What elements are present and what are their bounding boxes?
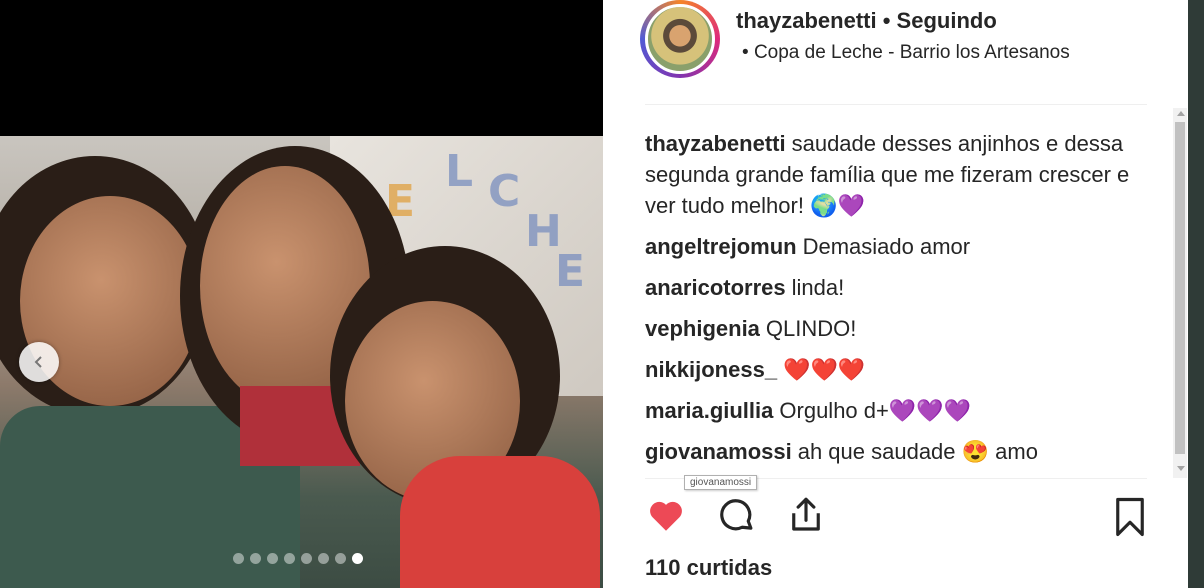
- comment-username[interactable]: nikkijoness_: [645, 357, 777, 382]
- comment-bubble-icon: [720, 499, 753, 531]
- follow-status-button[interactable]: Seguindo: [897, 8, 997, 33]
- post-photo[interactable]: E L C H E: [0, 136, 603, 588]
- separator-dot: •: [882, 8, 891, 33]
- chevron-left-icon: [34, 356, 42, 368]
- carousel-dot: [335, 553, 346, 564]
- heart-filled-icon: [650, 501, 682, 531]
- share-button[interactable]: [785, 494, 827, 541]
- location-bullet: •: [742, 42, 749, 63]
- comment-username[interactable]: thayzabenetti: [645, 131, 786, 156]
- post-media: E L C H E: [0, 0, 603, 588]
- comment-text: Demasiado amor: [802, 234, 971, 259]
- comment-item: anaricotorres linda!: [645, 272, 1165, 303]
- divider: [645, 104, 1147, 105]
- carousel-dot: [301, 553, 312, 564]
- like-button[interactable]: [645, 494, 687, 541]
- comment-text: ❤️❤️❤️: [783, 357, 866, 382]
- caption: thayzabenetti saudade desses anjinhos e d…: [645, 128, 1165, 221]
- shirt-right-girl: [400, 456, 600, 588]
- comments-list: thayzabenetti saudade desses anjinhos e d…: [645, 128, 1165, 474]
- location-line: • Copa de Leche - Barrio los Artesanos: [742, 42, 1070, 64]
- comments-scrollbar-thumb[interactable]: [1175, 122, 1185, 454]
- comment-username[interactable]: giovanamossi: [645, 439, 792, 464]
- carousel-dot: [352, 553, 363, 564]
- save-button[interactable]: [1109, 494, 1151, 545]
- wall-letter: C: [488, 166, 521, 217]
- wall-letter: L: [445, 146, 474, 197]
- comment-item: nikkijoness_ ❤️❤️❤️: [645, 354, 1165, 385]
- tooltip: giovanamossi: [684, 475, 758, 490]
- carousel-dot: [318, 553, 329, 564]
- username-link[interactable]: thayzabenetti: [736, 8, 877, 33]
- location-link[interactable]: Copa de Leche - Barrio los Artesanos: [754, 42, 1070, 63]
- wall-letter: E: [555, 246, 586, 297]
- previous-image-button[interactable]: [19, 342, 59, 382]
- comment-username[interactable]: maria.giullia: [645, 398, 773, 423]
- comment-item: maria.giullia Orgulho d+💜💜💜: [645, 395, 1165, 426]
- comment-text: linda!: [791, 275, 845, 300]
- carousel-indicator: [233, 553, 363, 564]
- comment-button[interactable]: [715, 494, 757, 541]
- scroll-up-icon[interactable]: [1177, 111, 1185, 116]
- comment-text: ah que saudade 😍 amo: [797, 439, 1038, 464]
- comment-item: vephigenia QLINDO!: [645, 313, 1165, 344]
- comment-username[interactable]: anaricotorres: [645, 275, 786, 300]
- comment-item: angeltrejomun Demasiado amor: [645, 231, 1165, 262]
- share-upload-icon: [792, 497, 820, 531]
- carousel-dot: [250, 553, 261, 564]
- carousel-dot: [284, 553, 295, 564]
- comment-item: giovanamossi ah que saudade 😍 amo: [645, 436, 1165, 467]
- comment-username[interactable]: angeltrejomun: [645, 234, 797, 259]
- comment-text: Orgulho d+💜💜💜: [779, 398, 972, 423]
- bookmark-icon: [1116, 497, 1144, 537]
- carousel-dot: [233, 553, 244, 564]
- comment-username[interactable]: vephigenia: [645, 316, 760, 341]
- scroll-down-icon[interactable]: [1177, 466, 1185, 471]
- action-bar: [645, 494, 1149, 542]
- window-edge: [1188, 0, 1204, 588]
- likes-count[interactable]: 110 curtidas: [645, 555, 772, 581]
- avatar[interactable]: [645, 4, 715, 74]
- comment-text: QLINDO!: [765, 316, 857, 341]
- post-header: thayzabenetti • Seguindo: [736, 8, 997, 34]
- carousel-dot: [267, 553, 278, 564]
